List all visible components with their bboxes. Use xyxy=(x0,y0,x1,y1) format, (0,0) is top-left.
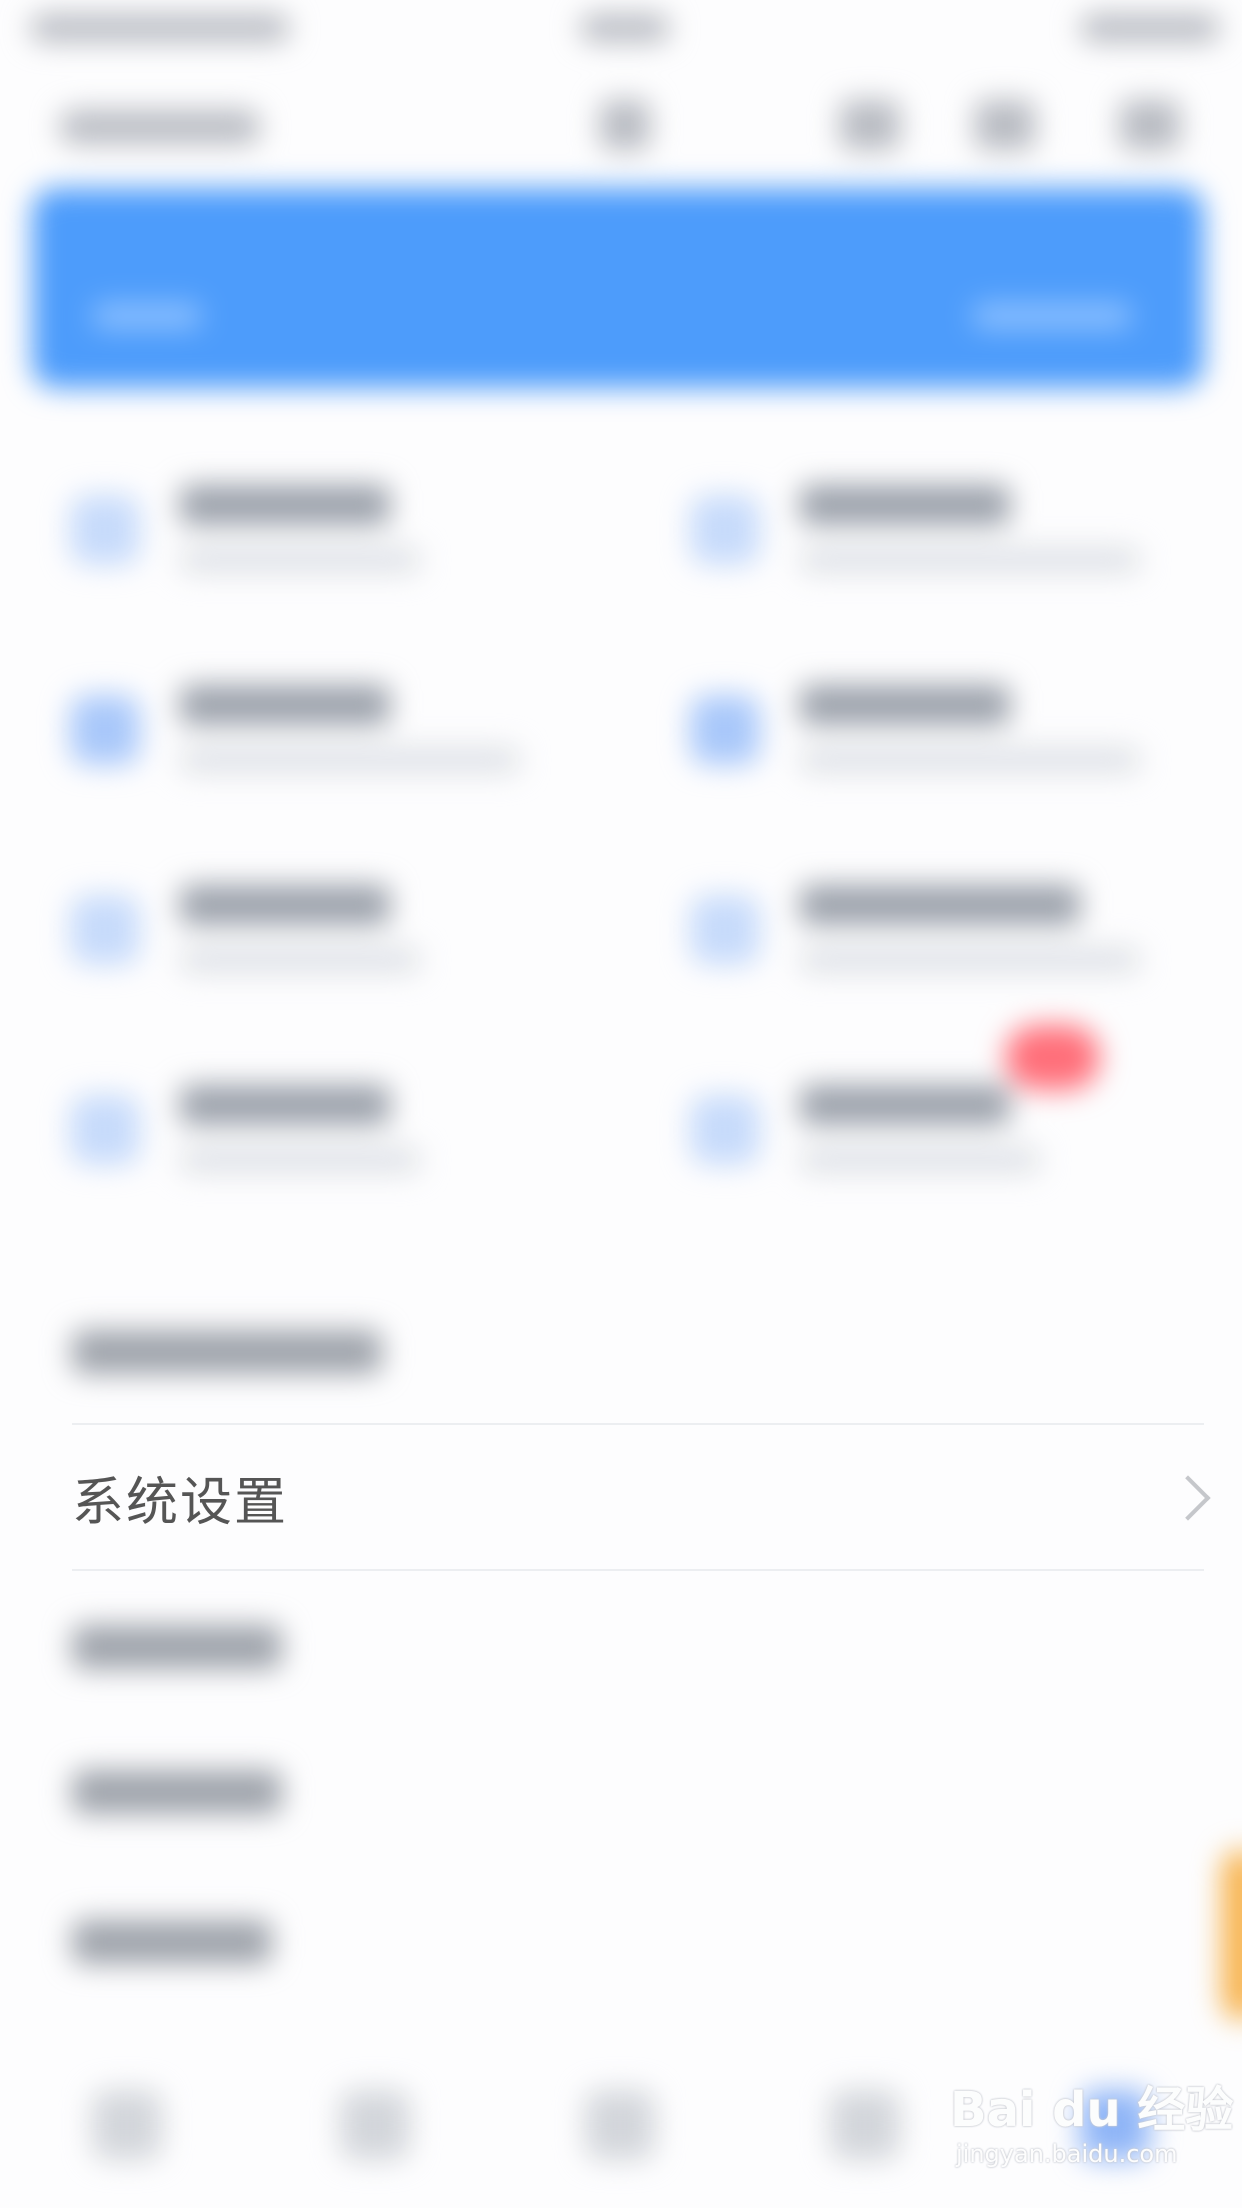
banner-text-left xyxy=(92,303,202,329)
nav-icon-2[interactable] xyxy=(840,100,900,150)
grid-item-title xyxy=(800,885,1080,925)
grid-item[interactable] xyxy=(30,855,590,1025)
list-item-placeholder[interactable] xyxy=(72,1330,382,1374)
nav-icon-1[interactable] xyxy=(600,100,650,150)
grid-item-icon xyxy=(690,495,760,565)
grid-item-subtitle xyxy=(800,1147,1040,1173)
divider xyxy=(72,1569,1204,1571)
grid-item-icon xyxy=(690,1095,760,1165)
grid-item-icon xyxy=(690,695,760,765)
status-bar xyxy=(0,0,1242,60)
grid-item-title xyxy=(180,485,390,525)
watermark-logo-text: Bai du 经验 xyxy=(950,2082,1234,2138)
screen: 系统设置 Bai du 经验 jingyan.baidu.com xyxy=(0,0,1242,2208)
grid-item-title xyxy=(180,885,390,925)
tab-item[interactable] xyxy=(92,2090,162,2160)
system-settings-label: 系统设置 xyxy=(72,1473,289,1533)
list-item-placeholder[interactable] xyxy=(72,1625,282,1669)
grid-item-icon xyxy=(70,495,140,565)
grid-item-subtitle xyxy=(800,547,1140,573)
status-time-placeholder xyxy=(580,14,670,42)
nav-icon-3[interactable] xyxy=(975,100,1035,150)
grid-item[interactable] xyxy=(30,1055,590,1225)
status-battery-placeholder xyxy=(1080,14,1220,42)
system-settings-row[interactable]: 系统设置 xyxy=(72,1425,1211,1570)
grid-item-subtitle xyxy=(800,947,1140,973)
grid-item[interactable] xyxy=(650,855,1210,1025)
grid-item-title xyxy=(180,685,390,725)
grid-item[interactable] xyxy=(650,1055,1210,1225)
tab-item[interactable] xyxy=(830,2090,900,2160)
grid-item-title xyxy=(800,485,1010,525)
nav-title-placeholder[interactable] xyxy=(60,110,260,144)
grid-item-title xyxy=(800,685,1010,725)
grid-item-icon xyxy=(690,895,760,965)
watermark-url-text: jingyan.baidu.com xyxy=(956,2140,1178,2168)
floating-side-tab[interactable] xyxy=(1222,1850,1242,2020)
notification-badge xyxy=(1005,1025,1100,1090)
grid-item[interactable] xyxy=(650,655,1210,825)
tab-item[interactable] xyxy=(585,2090,655,2160)
list-item-placeholder[interactable] xyxy=(72,1770,282,1814)
banner-text-right xyxy=(972,303,1132,329)
grid-item[interactable] xyxy=(30,655,590,825)
blurred-background xyxy=(0,0,1242,2208)
grid-item-subtitle xyxy=(180,1147,420,1173)
grid-item-title xyxy=(800,1085,1010,1125)
grid-item-title xyxy=(180,1085,390,1125)
chevron-right-icon xyxy=(1165,1474,1211,1521)
tab-item[interactable] xyxy=(340,2090,410,2160)
grid-item-subtitle xyxy=(180,747,520,773)
grid-item[interactable] xyxy=(650,455,1210,625)
baidu-jingyan-watermark: Bai du 经验 jingyan.baidu.com xyxy=(950,2070,1233,2190)
grid-item-icon xyxy=(70,895,140,965)
grid-item-subtitle xyxy=(180,547,420,573)
status-carrier-placeholder xyxy=(30,14,290,42)
promo-banner[interactable] xyxy=(32,188,1204,388)
grid-item-subtitle xyxy=(180,947,420,973)
grid-item[interactable] xyxy=(30,455,590,625)
top-navigation xyxy=(0,70,1242,190)
grid-item-icon xyxy=(70,695,140,765)
list-item-placeholder[interactable] xyxy=(72,1920,272,1964)
grid-item-icon xyxy=(70,1095,140,1165)
grid-item-subtitle xyxy=(800,747,1140,773)
nav-icon-4[interactable] xyxy=(1120,100,1180,150)
